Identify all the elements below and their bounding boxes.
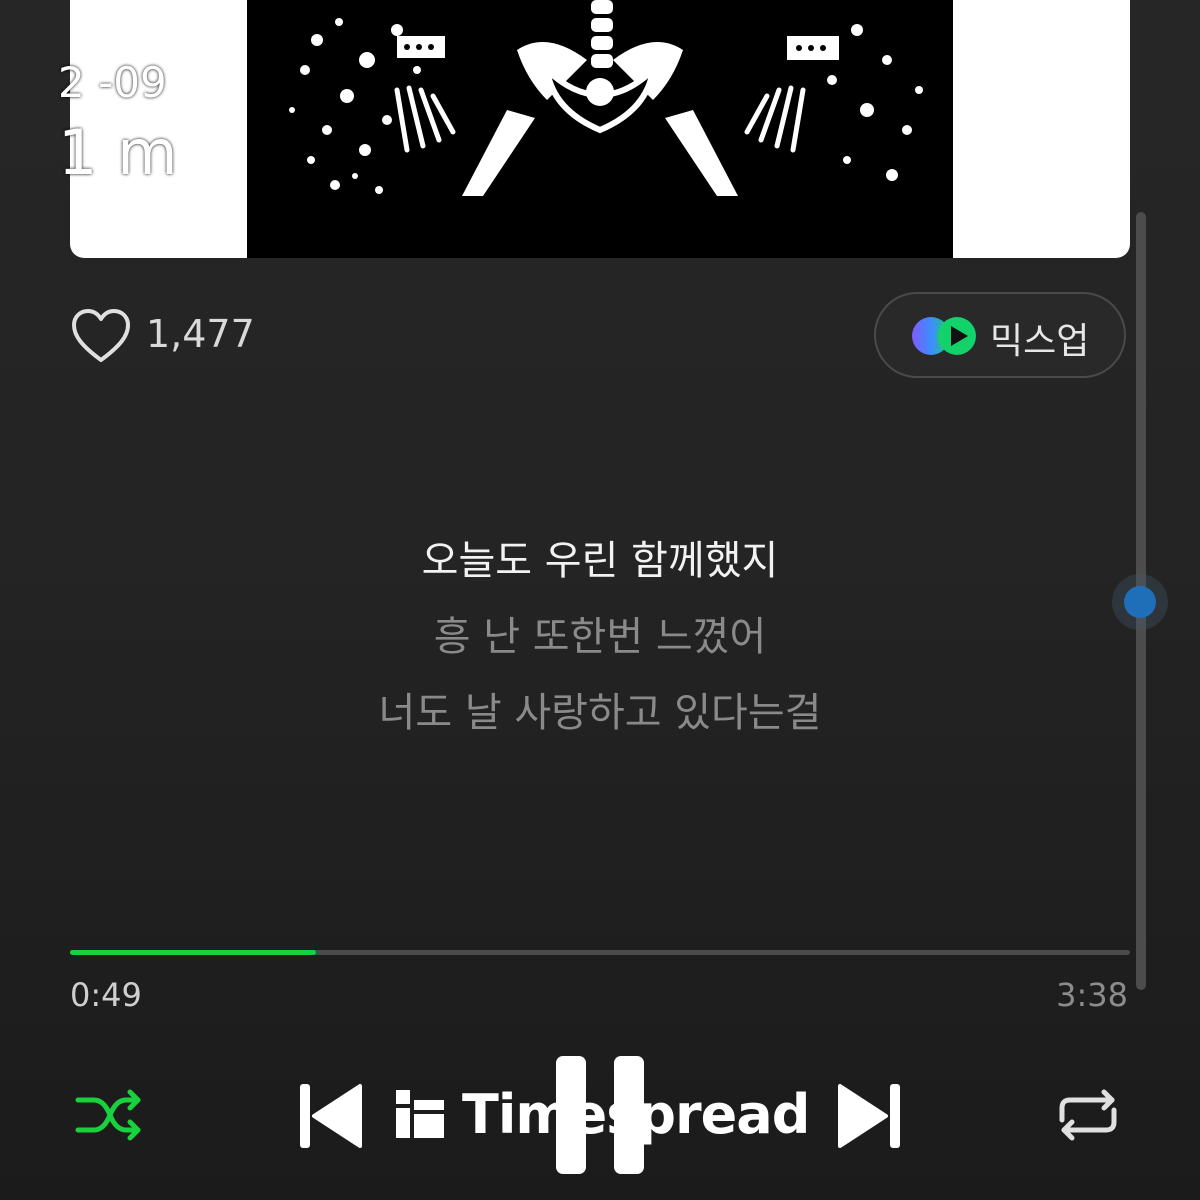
current-time: 0:49 <box>70 976 142 1014</box>
album-art-image <box>247 0 953 258</box>
repeat-icon[interactable] <box>1054 1086 1122 1144</box>
like-count: 1,477 <box>146 312 255 356</box>
watermark-text: Timespread <box>462 1082 810 1146</box>
mixup-logo-icon <box>910 315 980 357</box>
scrollbar-thumb[interactable] <box>1124 586 1156 618</box>
lyric-line-next[interactable]: 흥 난 또한번 느꼈어 <box>0 604 1200 662</box>
lyric-line-next[interactable]: 너도 날 사랑하고 있다는걸 <box>0 680 1200 738</box>
mixup-label: 믹스업 <box>990 321 1090 362</box>
album-art-card[interactable] <box>70 0 1130 258</box>
heart-icon[interactable] <box>70 308 132 364</box>
overlay-time-text: 1 m <box>58 116 178 189</box>
total-time: 3:38 <box>1056 976 1128 1014</box>
shuffle-icon[interactable] <box>74 1086 146 1144</box>
mixup-button[interactable]: 믹스업 <box>874 292 1126 378</box>
skip-next-icon[interactable] <box>838 1082 902 1150</box>
skip-previous-icon[interactable] <box>298 1082 362 1150</box>
timespread-logo-icon <box>396 1090 444 1138</box>
album-art-illustration <box>247 0 953 258</box>
watermark: Timespread <box>396 1082 810 1146</box>
lyric-line-current[interactable]: 오늘도 우린 함께했지 <box>0 528 1200 586</box>
overlay-date-text: 2 -09 <box>58 58 167 107</box>
playback-progress-bar[interactable] <box>70 950 1130 955</box>
playback-progress-fill <box>70 950 316 955</box>
